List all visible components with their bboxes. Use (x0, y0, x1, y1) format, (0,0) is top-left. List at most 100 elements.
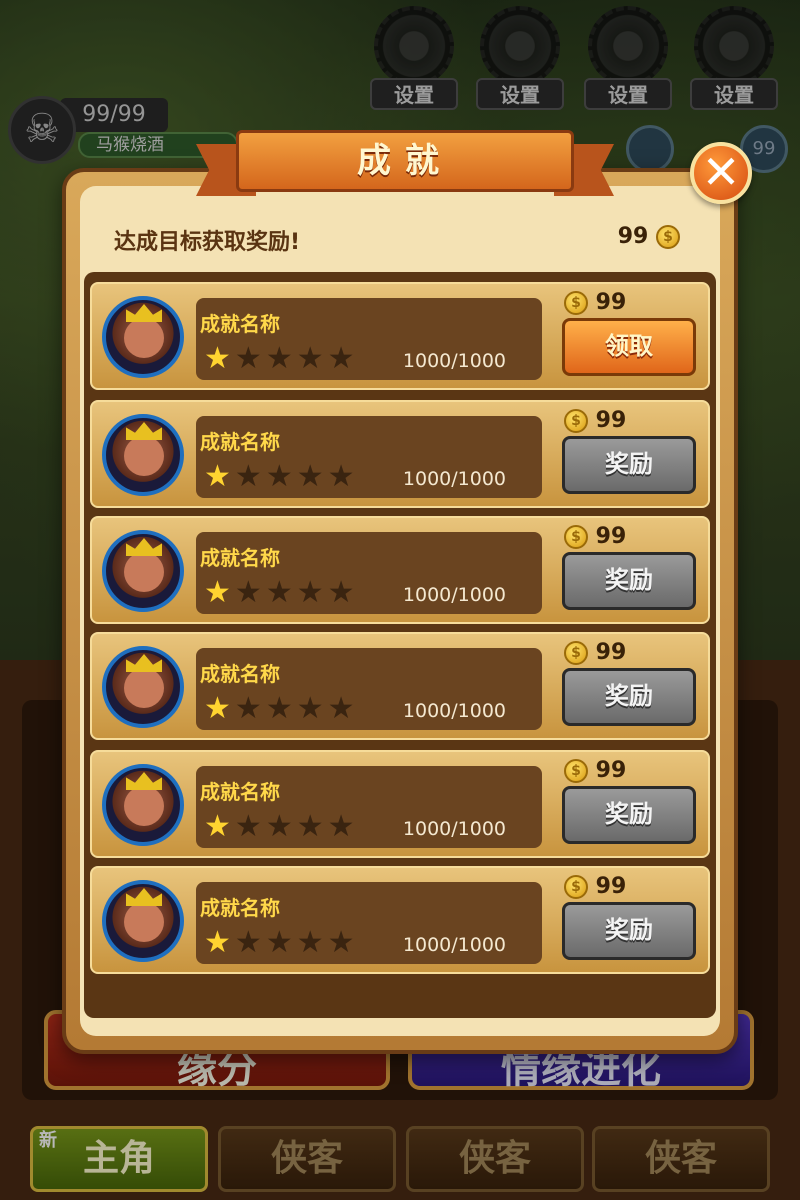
dialog-title: 成就 (236, 130, 574, 192)
hero-face (124, 436, 164, 476)
hero-face (124, 318, 164, 358)
star-empty-icon: ★ (265, 341, 297, 376)
reward-value: 99 (595, 874, 627, 899)
star-empty-icon: ★ (265, 691, 297, 726)
star-empty-icon: ★ (296, 459, 328, 494)
crown-icon (126, 772, 162, 790)
reward-value: 99 (595, 524, 627, 549)
star-empty-icon: ★ (327, 459, 359, 494)
star-rating: ★★★★★ (204, 812, 359, 842)
reward-value: 99 (595, 758, 627, 783)
star-empty-icon: ★ (296, 575, 328, 610)
star-filled-icon: ★ (204, 341, 235, 376)
achievement-progress: 1000/1000 (402, 700, 506, 722)
star-empty-icon: ★ (234, 459, 266, 494)
crown-icon (126, 422, 162, 440)
reward-button[interactable]: 奖励 (562, 786, 696, 844)
achievement-name: 成就名称 (200, 546, 280, 570)
close-button[interactable]: ✕ (690, 142, 752, 204)
star-empty-icon: ★ (327, 809, 359, 844)
star-filled-icon: ★ (204, 459, 235, 494)
reward-amount: $ 99 (564, 758, 626, 783)
achievement-row: 成就名称 ★★★★★ 1000/1000 $ 99 奖励 (90, 516, 710, 624)
achievement-info: 成就名称 ★★★★★ 1000/1000 (196, 532, 542, 614)
crown-icon (126, 304, 162, 322)
achievement-row: 成就名称 ★★★★★ 1000/1000 $ 99 奖励 (90, 400, 710, 508)
achievement-progress: 1000/1000 (402, 818, 506, 840)
achievement-info: 成就名称 ★★★★★ 1000/1000 (196, 882, 542, 964)
hero-avatar (102, 764, 184, 846)
coin-total-value: 99 (617, 224, 649, 249)
hero-avatar (102, 530, 184, 612)
achievement-name: 成就名称 (200, 780, 280, 804)
coin-icon: $ (564, 409, 588, 433)
hero-avatar (102, 414, 184, 496)
reward-value: 99 (595, 290, 627, 315)
star-empty-icon: ★ (327, 691, 359, 726)
reward-amount: $ 99 (564, 874, 626, 899)
reward-amount: $ 99 (564, 524, 626, 549)
reward-amount: $ 99 (564, 408, 626, 433)
star-filled-icon: ★ (204, 925, 235, 960)
reward-button[interactable]: 奖励 (562, 436, 696, 494)
achievement-row: 成就名称 ★★★★★ 1000/1000 $ 99 领取 (90, 282, 710, 390)
star-empty-icon: ★ (234, 925, 266, 960)
star-empty-icon: ★ (327, 575, 359, 610)
coin-icon: $ (564, 641, 588, 665)
star-empty-icon: ★ (296, 809, 328, 844)
crown-icon (126, 654, 162, 672)
hero-avatar (102, 880, 184, 962)
star-rating: ★★★★★ (204, 694, 359, 724)
achievement-info: 成就名称 ★★★★★ 1000/1000 (196, 416, 542, 498)
star-empty-icon: ★ (265, 459, 297, 494)
star-empty-icon: ★ (327, 341, 359, 376)
achievement-name: 成就名称 (200, 662, 280, 686)
star-empty-icon: ★ (265, 925, 297, 960)
achievement-info: 成就名称 ★★★★★ 1000/1000 (196, 766, 542, 848)
achievement-list[interactable]: 成就名称 ★★★★★ 1000/1000 $ 99 领取 成就名称 ★★★★★ 1000/10… (84, 272, 716, 1018)
crown-icon (126, 538, 162, 556)
coin-icon: $ (564, 525, 588, 549)
hero-avatar (102, 646, 184, 728)
star-empty-icon: ★ (234, 809, 266, 844)
star-rating: ★★★★★ (204, 928, 359, 958)
reward-button[interactable]: 奖励 (562, 552, 696, 610)
hero-face (124, 552, 164, 592)
dialog-title-banner: 成就 (196, 130, 614, 204)
hero-face (124, 668, 164, 708)
dialog-info-bar: 达成目标获取奖励! 99 $ (84, 216, 720, 262)
coin-icon: $ (564, 759, 588, 783)
coin-icon: $ (656, 225, 680, 249)
star-empty-icon: ★ (296, 691, 328, 726)
coin-total: 99 $ (618, 224, 680, 249)
star-filled-icon: ★ (204, 691, 235, 726)
achievement-name: 成就名称 (200, 896, 280, 920)
crown-icon (126, 888, 162, 906)
achievement-progress: 1000/1000 (402, 584, 506, 606)
achievement-name: 成就名称 (200, 312, 280, 336)
hero-face (124, 786, 164, 826)
reward-button[interactable]: 奖励 (562, 902, 696, 960)
star-filled-icon: ★ (204, 575, 235, 610)
star-empty-icon: ★ (327, 925, 359, 960)
achievement-progress: 1000/1000 (402, 350, 506, 372)
reward-button[interactable]: 奖励 (562, 668, 696, 726)
star-empty-icon: ★ (234, 691, 266, 726)
star-empty-icon: ★ (234, 341, 266, 376)
claim-button[interactable]: 领取 (562, 318, 696, 376)
achievement-row: 成就名称 ★★★★★ 1000/1000 $ 99 奖励 (90, 632, 710, 740)
star-rating: ★★★★★ (204, 344, 359, 374)
reward-value: 99 (595, 640, 627, 665)
achievement-progress: 1000/1000 (402, 468, 506, 490)
star-empty-icon: ★ (265, 809, 297, 844)
star-rating: ★★★★★ (204, 578, 359, 608)
coin-icon: $ (564, 291, 588, 315)
achievement-row: 成就名称 ★★★★★ 1000/1000 $ 99 奖励 (90, 866, 710, 974)
reward-amount: $ 99 (564, 640, 626, 665)
achievement-row: 成就名称 ★★★★★ 1000/1000 $ 99 奖励 (90, 750, 710, 858)
hero-avatar (102, 296, 184, 378)
dialog-subtitle: 达成目标获取奖励! (114, 230, 301, 255)
star-empty-icon: ★ (296, 925, 328, 960)
coin-icon: $ (564, 875, 588, 899)
achievement-info: 成就名称 ★★★★★ 1000/1000 (196, 648, 542, 730)
